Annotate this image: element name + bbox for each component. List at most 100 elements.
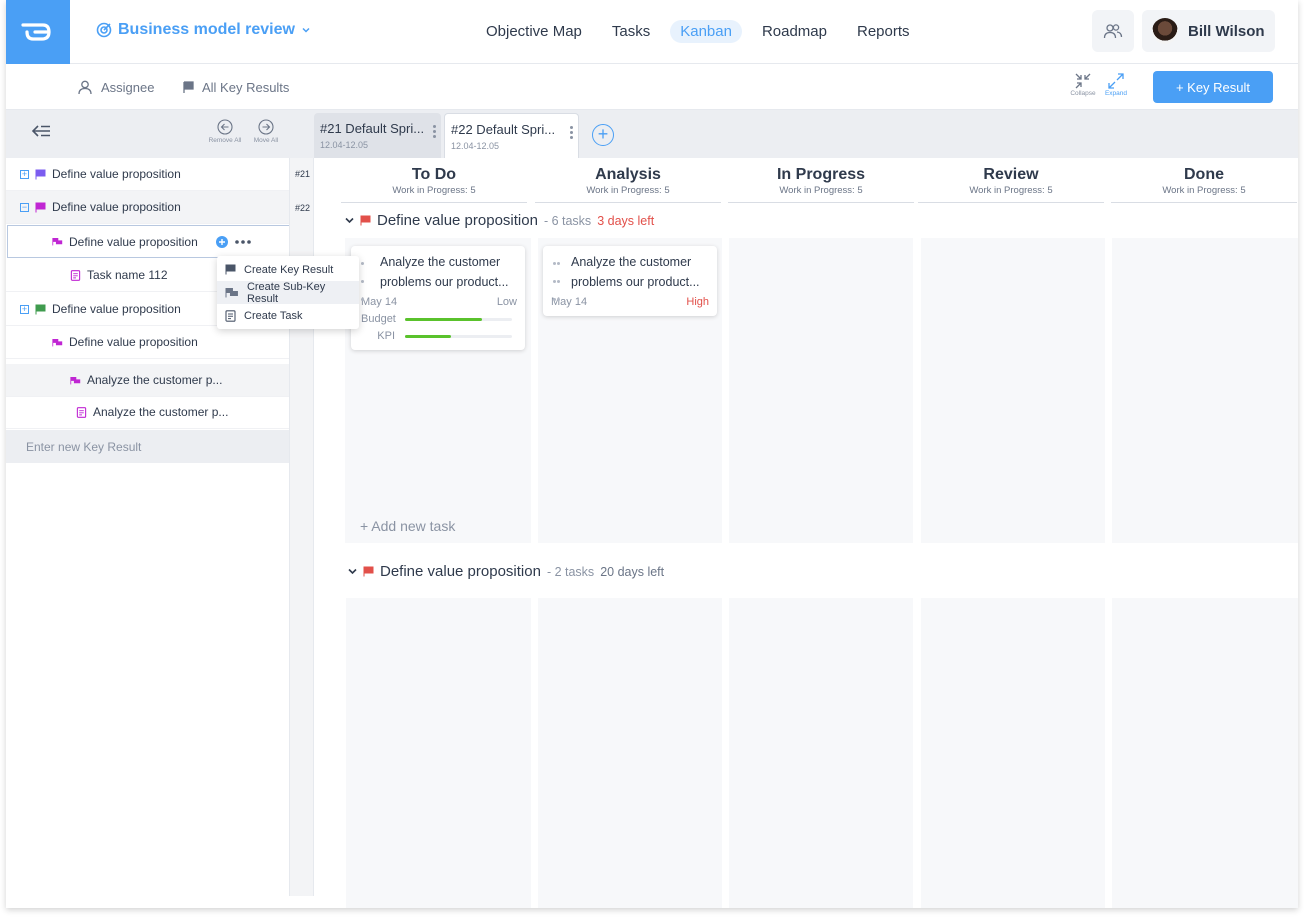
move-all-button[interactable]: Move All	[246, 119, 286, 144]
collapse-label: Collapse	[1070, 90, 1096, 97]
assignee-filter-label: Assignee	[101, 80, 155, 95]
card-priority: Low	[496, 296, 517, 308]
progress-fill	[405, 334, 451, 338]
key-result-filter[interactable]: All Key Results	[182, 80, 289, 95]
menu-create-task[interactable]: Create Task	[217, 304, 359, 327]
collapse-icon	[1075, 73, 1091, 89]
flag-icon	[360, 215, 371, 226]
collapse-left-icon	[31, 125, 50, 137]
chevron-down-icon	[302, 27, 310, 33]
lane-todo	[346, 598, 531, 908]
kebab-icon[interactable]	[570, 126, 573, 141]
top-bar: Business model review Objective Map Task…	[6, 0, 1298, 64]
collapse-panel-button[interactable]	[30, 124, 52, 143]
app-logo[interactable]	[6, 0, 70, 64]
sprint-tab-21[interactable]: #21 Default Spri... 12.04-12.05	[314, 113, 441, 158]
add-sprint-button[interactable]: +	[592, 124, 614, 146]
expand-icon	[1108, 73, 1124, 89]
lane-in-progress	[729, 598, 913, 908]
tree-row-selected[interactable]: Define value proposition	[7, 225, 313, 258]
sub-key-result-icon	[52, 338, 63, 346]
tree-row[interactable]: Analyze the customer p...	[6, 364, 289, 397]
tree-row-label: Define value proposition	[52, 200, 181, 214]
lane-in-progress	[729, 238, 913, 543]
task-card[interactable]: Analyze the customer problems our produc…	[543, 246, 717, 316]
tree-row[interactable]: Analyze the customer p...	[6, 396, 289, 429]
target-icon	[96, 22, 112, 38]
column-title: In Progress	[776, 166, 866, 183]
sprint-tab-22[interactable]: #22 Default Spri... 12.04-12.05	[444, 113, 579, 158]
add-new-task-button[interactable]: + Add new task	[360, 518, 455, 534]
column-header-review: Review Work in Progress: 5	[918, 166, 1104, 203]
logo-icon	[21, 23, 51, 41]
expand-toggle[interactable]: +	[20, 169, 29, 179]
remove-all-button[interactable]: Remove All	[205, 119, 245, 144]
team-button[interactable]	[1092, 10, 1134, 52]
swimlane-title: Define value proposition	[377, 212, 538, 229]
tree-row-label: Task name 112	[87, 268, 168, 282]
budget-progress-bar	[405, 317, 512, 321]
remove-all-label: Remove All	[208, 137, 242, 144]
main-nav: Objective Map Tasks Kanban Roadmap Repor…	[476, 20, 920, 43]
add-key-result-button[interactable]: + Key Result	[1153, 71, 1273, 103]
sub-key-result-icon	[70, 376, 81, 384]
column-header-in-progress: In Progress Work in Progress: 5	[728, 166, 914, 203]
avatar	[1152, 18, 1178, 44]
tree-row[interactable]: Define value proposition	[6, 326, 289, 359]
card-title: Analyze the customer problems our produc…	[571, 255, 700, 289]
key-result-filter-label: All Key Results	[202, 80, 290, 95]
collapse-toggle[interactable]: −	[20, 202, 29, 212]
nav-roadmap[interactable]: Roadmap	[752, 20, 837, 43]
task-icon	[225, 309, 236, 322]
nav-kanban[interactable]: Kanban	[670, 20, 742, 43]
expand-button[interactable]: Expand	[1101, 72, 1131, 97]
arrow-left-circle-icon	[217, 119, 233, 135]
flag-icon	[363, 566, 374, 577]
arrow-right-circle-icon	[258, 119, 274, 135]
expand-label: Expand	[1104, 90, 1128, 97]
swimlane-header[interactable]: Define value proposition - 2 tasks 20 da…	[348, 563, 664, 580]
drag-handle-icon[interactable]	[361, 254, 371, 308]
tree-row-label: Analyze the customer p...	[87, 373, 223, 387]
column-wip: Work in Progress: 5	[779, 185, 863, 196]
card-title: Analyze the customer problems our produc…	[380, 255, 509, 289]
add-circle-icon[interactable]	[215, 235, 228, 248]
collapse-button[interactable]: Collapse	[1068, 72, 1098, 97]
lane-analysis	[538, 598, 722, 908]
tree-row-label: Define value proposition	[69, 234, 198, 249]
column-title: To Do	[411, 166, 457, 183]
metric-label: Budget	[361, 313, 396, 325]
swimlane-header[interactable]: Define value proposition - 6 tasks 3 day…	[345, 212, 654, 229]
move-all-label: Move All	[253, 137, 279, 144]
flag-icon	[35, 202, 46, 212]
tree-row-label: Define value proposition	[52, 167, 181, 181]
tree-row[interactable]: − Define value proposition	[6, 191, 289, 224]
metric-label: KPI	[377, 330, 395, 342]
menu-create-sub-key-result[interactable]: Create Sub-Key Result	[217, 281, 359, 305]
user-menu[interactable]: Bill Wilson	[1142, 10, 1275, 52]
team-icon	[1103, 24, 1123, 39]
nav-tasks[interactable]: Tasks	[602, 20, 660, 43]
app-window: Business model review Objective Map Task…	[6, 0, 1298, 908]
swimlane-due: 3 days left	[597, 213, 655, 228]
kebab-icon[interactable]	[433, 125, 436, 140]
project-selector[interactable]: Business model review	[96, 21, 311, 39]
lane-done	[1112, 238, 1298, 543]
tree-row[interactable]: + Define value proposition	[6, 158, 289, 191]
flag-icon	[35, 304, 46, 314]
new-key-result-input[interactable]: Enter new Key Result	[6, 430, 289, 463]
nav-reports[interactable]: Reports	[847, 20, 920, 43]
column-wip: Work in Progress: 5	[1162, 185, 1246, 196]
more-options-icon[interactable]	[234, 239, 252, 245]
sprint-number: #22	[294, 203, 311, 213]
drag-handle-icon[interactable]	[553, 254, 563, 308]
menu-item-label: Create Task	[244, 309, 303, 322]
assignee-filter[interactable]: Assignee	[78, 80, 154, 95]
nav-objective-map[interactable]: Objective Map	[476, 20, 592, 43]
column-header-todo: To Do Work in Progress: 5	[341, 166, 527, 203]
column-title: Analysis	[595, 166, 661, 183]
flag-icon	[225, 264, 236, 275]
task-card[interactable]: Analyze the customer problems our produc…	[351, 246, 525, 350]
expand-toggle[interactable]: +	[20, 304, 29, 314]
menu-create-key-result[interactable]: Create Key Result	[217, 258, 359, 281]
